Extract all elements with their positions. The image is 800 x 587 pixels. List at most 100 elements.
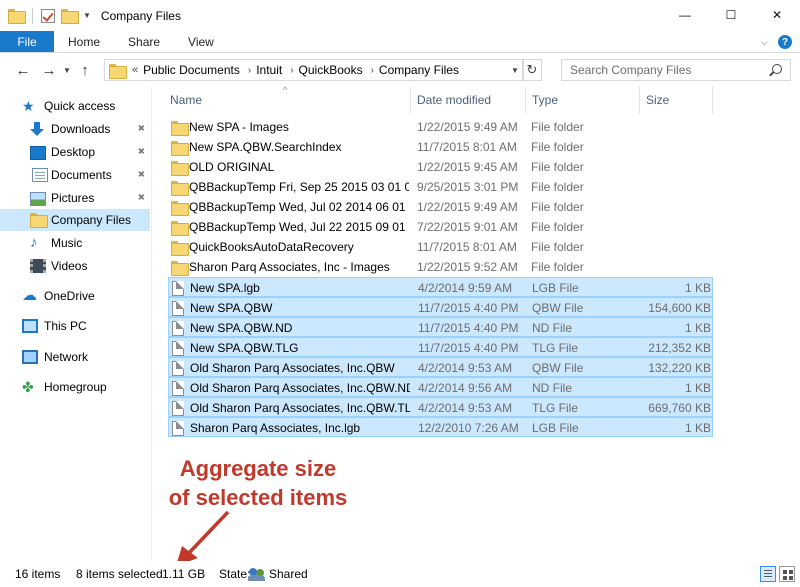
table-row[interactable]: QBBackupTemp Wed, Jul 02 2014 06 01 0...… — [168, 197, 713, 217]
table-row[interactable]: Old Sharon Parq Associates, Inc.QBW 4/2/2… — [168, 357, 713, 377]
search-box[interactable] — [561, 59, 791, 81]
column-divider[interactable] — [410, 86, 411, 114]
file-type: LGB File — [532, 281, 579, 295]
table-row[interactable]: OLD ORIGINAL 1/22/2015 9:45 AM File folder — [168, 157, 713, 177]
sidebar-item-this-pc[interactable]: This PC — [0, 315, 150, 337]
pin-icon[interactable]: ✚ — [134, 122, 147, 135]
date-modified: 11/7/2015 4:40 PM — [418, 341, 519, 355]
file-size: 132,220 KB — [648, 361, 711, 375]
date-modified: 1/22/2015 9:49 AM — [417, 120, 518, 134]
large-icons-view-button[interactable] — [779, 566, 795, 582]
sidebar-item-music[interactable]: ♪ Music — [0, 232, 150, 254]
pin-icon[interactable]: ✚ — [134, 145, 147, 158]
forward-button[interactable]: → — [38, 59, 60, 81]
table-row[interactable]: New SPA.QBW 11/7/2015 4:40 PM QBW File 154,… — [168, 297, 713, 317]
sidebar-item-label: Homegroup — [44, 380, 107, 394]
annotation-callout: Aggregate size of selected items — [153, 454, 363, 512]
table-row[interactable]: Sharon Parq Associates, Inc - Images 1/22… — [168, 257, 713, 277]
annotation-arrow-icon — [176, 510, 230, 566]
column-header-date[interactable]: Date modified — [417, 86, 527, 114]
tab-share[interactable]: Share — [114, 31, 174, 52]
chevron-right-icon[interactable]: › — [371, 65, 374, 76]
column-header-type[interactable]: Type — [532, 86, 632, 114]
recent-locations-chevron-icon[interactable]: ▼ — [60, 66, 74, 75]
breadcrumb-company-files[interactable]: Company Files — [379, 63, 459, 77]
new-folder-icon[interactable] — [61, 9, 79, 24]
up-button[interactable]: ↑ — [74, 59, 96, 81]
details-view-button[interactable] — [760, 566, 776, 582]
file-name: QBBackupTemp Fri, Sep 25 2015 03 01 00 .… — [189, 180, 409, 194]
refresh-button[interactable]: ↻ — [522, 59, 542, 81]
column-divider[interactable] — [712, 86, 713, 114]
table-row[interactable]: New SPA.QBW.SearchIndex 11/7/2015 8:01 AM… — [168, 137, 713, 157]
sidebar-item-label: Network — [44, 350, 89, 364]
table-row[interactable]: New SPA.QBW.TLG 11/7/2015 4:40 PM TLG File… — [168, 337, 713, 357]
table-row[interactable]: QBBackupTemp Wed, Jul 22 2015 09 01 0...… — [168, 217, 713, 237]
folder-icon — [171, 161, 189, 176]
file-icon — [172, 341, 184, 356]
table-row[interactable]: QuickBooksAutoDataRecovery 11/7/2015 8:01… — [168, 237, 713, 257]
date-modified: 4/2/2014 9:53 AM — [418, 361, 513, 375]
sidebar-item-documents[interactable]: Documents ✚ — [0, 164, 150, 186]
chevron-right-icon[interactable]: › — [248, 65, 251, 76]
search-icon[interactable] — [772, 64, 782, 74]
column-header-size[interactable]: Size — [646, 86, 706, 114]
tab-file[interactable]: File — [0, 31, 54, 52]
file-size — [638, 237, 710, 257]
search-input[interactable] — [570, 63, 760, 77]
folder-icon — [171, 121, 189, 136]
sidebar-item-pictures[interactable]: Pictures ✚ — [0, 187, 150, 209]
breadcrumb-public-documents[interactable]: Public Documents — [143, 63, 240, 77]
pin-icon[interactable]: ✚ — [134, 168, 147, 181]
sidebar-item-company-files[interactable]: Company Files — [0, 209, 150, 231]
breadcrumb-overflow[interactable]: « — [132, 64, 138, 76]
properties-icon[interactable] — [41, 8, 55, 23]
file-name: QBBackupTemp Wed, Jul 22 2015 09 01 0... — [189, 220, 409, 234]
sidebar-item-homegroup[interactable]: ✤ Homegroup — [0, 376, 150, 398]
date-modified: 1/22/2015 9:49 AM — [417, 200, 518, 214]
status-bar: 16 items 8 items selected 1.11 GB State:… — [0, 561, 800, 587]
column-header-name[interactable]: Name — [170, 86, 410, 114]
sidebar-item-desktop[interactable]: Desktop ✚ — [0, 141, 150, 163]
sidebar-item-onedrive[interactable]: ☁ OneDrive — [0, 285, 150, 307]
table-row[interactable]: QBBackupTemp Fri, Sep 25 2015 03 01 00 .… — [168, 177, 713, 197]
address-bar[interactable]: « Public Documents › Intuit › QuickBooks… — [104, 59, 524, 81]
breadcrumb-intuit[interactable]: Intuit — [256, 63, 282, 77]
sidebar-item-network[interactable]: Network — [0, 346, 150, 368]
date-modified: 11/7/2015 4:40 PM — [418, 301, 519, 315]
minimize-button[interactable]: — — [662, 0, 708, 29]
tab-view[interactable]: View — [174, 31, 228, 52]
breadcrumb-quickbooks[interactable]: QuickBooks — [299, 63, 363, 77]
sidebar-item-quick-access[interactable]: ★ Quick access — [0, 95, 150, 117]
help-icon[interactable]: ? — [778, 35, 792, 49]
address-history-chevron-icon[interactable]: ▼ — [508, 59, 522, 81]
file-icon — [172, 361, 184, 376]
state-value: Shared — [269, 567, 308, 581]
back-button[interactable]: ← — [12, 59, 34, 81]
close-button[interactable]: ✕ — [754, 0, 800, 29]
address-buttons: ▼ ↻ — [508, 59, 542, 81]
chevron-right-icon[interactable]: › — [290, 65, 293, 76]
table-row[interactable]: Old Sharon Parq Associates, Inc.QBW.TLG 4… — [168, 397, 713, 417]
chevron-down-icon[interactable]: ▼ — [83, 11, 91, 20]
table-row[interactable]: New SPA.lgb 4/2/2014 9:59 AM LGB File 1 KB — [168, 277, 713, 297]
file-size: 154,600 KB — [648, 301, 711, 315]
sidebar-item-label: OneDrive — [44, 289, 95, 303]
column-divider[interactable] — [639, 86, 640, 114]
table-row[interactable]: New SPA.QBW.ND 11/7/2015 4:40 PM ND File 1 … — [168, 317, 713, 337]
chevron-down-icon[interactable]: ⌵ — [761, 37, 768, 48]
sidebar-item-videos[interactable]: Videos — [0, 255, 150, 277]
table-row[interactable]: Old Sharon Parq Associates, Inc.QBW.ND 4/… — [168, 377, 713, 397]
column-divider[interactable] — [525, 86, 526, 114]
file-icon — [172, 421, 184, 436]
maximize-button[interactable]: ☐ — [708, 0, 754, 29]
table-row[interactable]: New SPA - Images 1/22/2015 9:49 AM File fo… — [168, 117, 713, 137]
download-icon — [30, 122, 46, 136]
table-row[interactable]: Sharon Parq Associates, Inc.lgb 12/2/2010… — [168, 417, 713, 437]
date-modified: 1/22/2015 9:45 AM — [417, 160, 518, 174]
pin-icon[interactable]: ✚ — [134, 191, 147, 204]
file-size — [638, 177, 710, 197]
tab-home[interactable]: Home — [54, 31, 114, 52]
file-name: New SPA.QBW.TLG — [190, 341, 299, 355]
sidebar-item-downloads[interactable]: Downloads ✚ — [0, 118, 150, 140]
